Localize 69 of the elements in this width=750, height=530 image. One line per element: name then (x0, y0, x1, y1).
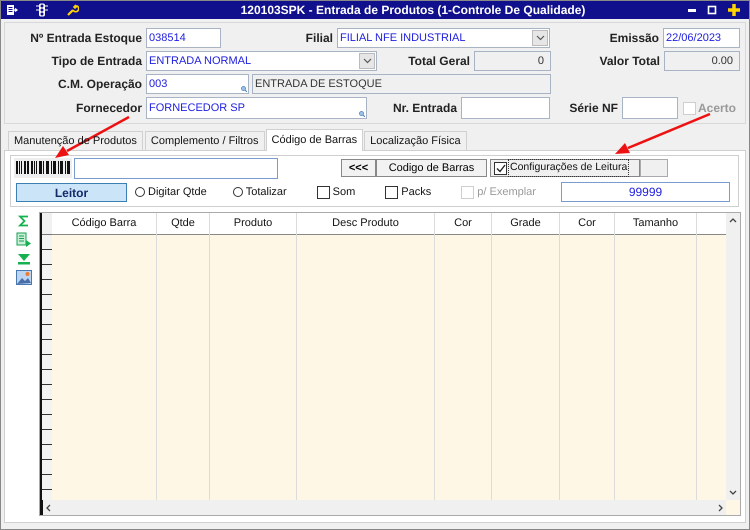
field-label: C.M. Operação (58, 76, 142, 93)
field-label: Tipo de Entrada (52, 53, 142, 70)
column-header[interactable]: Cor (435, 213, 491, 235)
dropdown-field[interactable]: FILIAL NFE INDUSTRIAL (337, 28, 550, 48)
field-label: Emissão (610, 30, 659, 47)
field-label: Valor Total (600, 53, 660, 70)
checkbox-label: Acerto (698, 100, 736, 117)
field-label: Filial (306, 30, 333, 47)
column-header[interactable]: Desc Produto (297, 213, 434, 235)
maximize-icon[interactable] (707, 5, 717, 15)
scroll-down-icon[interactable] (729, 490, 737, 495)
count-field[interactable]: 99999 (561, 182, 730, 202)
field-label: Série NF (569, 100, 618, 117)
input-field[interactable] (622, 97, 678, 119)
wrench-icon[interactable] (67, 4, 79, 16)
input-field[interactable]: ENTRADA DE ESTOQUE (252, 74, 551, 94)
radio-button[interactable] (232, 187, 243, 197)
tab[interactable]: Complemento / Filtros (144, 131, 265, 150)
column-header[interactable]: Qtde (157, 213, 209, 235)
field-label: Nº Entrada Estoque (30, 30, 142, 47)
scroll-up-icon[interactable] (729, 218, 737, 223)
scroll-left-icon[interactable] (46, 504, 51, 512)
option-label: p/ Exemplar (477, 184, 536, 200)
barcode-icon[interactable] (14, 158, 72, 178)
input-field[interactable]: 003 (146, 74, 249, 94)
column-header[interactable]: Produto (210, 213, 296, 235)
input-field[interactable]: 22/06/2023 (663, 28, 740, 48)
input-field[interactable]: 0.00 (664, 51, 740, 71)
traffic-light-icon[interactable] (36, 3, 48, 17)
tab[interactable]: Código de Barras (266, 129, 364, 151)
column-header[interactable]: Tamanho (615, 213, 696, 235)
barcode-mode-button[interactable]: Codigo de Barras (376, 159, 487, 177)
option-label: Packs (401, 184, 432, 200)
checkbox[interactable] (494, 162, 507, 174)
sigma-icon[interactable] (18, 215, 30, 227)
field-label: Nr. Entrada (392, 100, 457, 117)
tab[interactable]: Localização Física (364, 131, 467, 150)
input-field[interactable]: FORNECEDOR SP (146, 97, 367, 119)
option-label: Digitar Qtde (148, 184, 207, 200)
field-label: Total Geral (408, 53, 470, 70)
input-field[interactable]: 038514 (146, 28, 221, 48)
option-label: Som (332, 184, 356, 200)
scroll-right-icon[interactable] (718, 504, 723, 512)
barcode-input[interactable] (74, 158, 278, 178)
option-label: Totalizar (246, 184, 287, 200)
checkbox[interactable] (316, 186, 330, 198)
column-header[interactable]: Grade (492, 213, 559, 235)
document-arrow-icon[interactable] (6, 4, 18, 16)
field-label: Fornecedor (76, 100, 142, 117)
plus-icon[interactable] (727, 3, 741, 17)
vertical-scrollbar[interactable] (726, 213, 740, 500)
input-field[interactable] (461, 97, 550, 119)
export-icon[interactable] (16, 232, 32, 248)
reading-settings-toggle[interactable]: Configurações de Leitura (490, 159, 640, 177)
column-header (697, 213, 726, 235)
back-button[interactable]: <<< (341, 159, 376, 177)
reader-button[interactable]: Leitor (16, 182, 127, 202)
radio-button[interactable] (135, 187, 145, 197)
horizontal-scrollbar[interactable] (40, 500, 726, 515)
column-header[interactable]: Código Barra (52, 213, 156, 235)
column-header[interactable]: Cor (560, 213, 614, 235)
input-field[interactable]: 0 (474, 51, 551, 71)
window-title: 120103SPK - Entrada de Produtos (1-Controle De Qualidade) (240, 2, 586, 19)
search-icon[interactable] (359, 111, 365, 117)
search-icon[interactable] (241, 86, 247, 92)
collapse-down-icon[interactable] (17, 253, 31, 265)
dropdown-field[interactable]: ENTRADA NORMAL (146, 51, 377, 71)
image-icon[interactable] (16, 270, 32, 285)
checkbox[interactable] (385, 186, 398, 198)
